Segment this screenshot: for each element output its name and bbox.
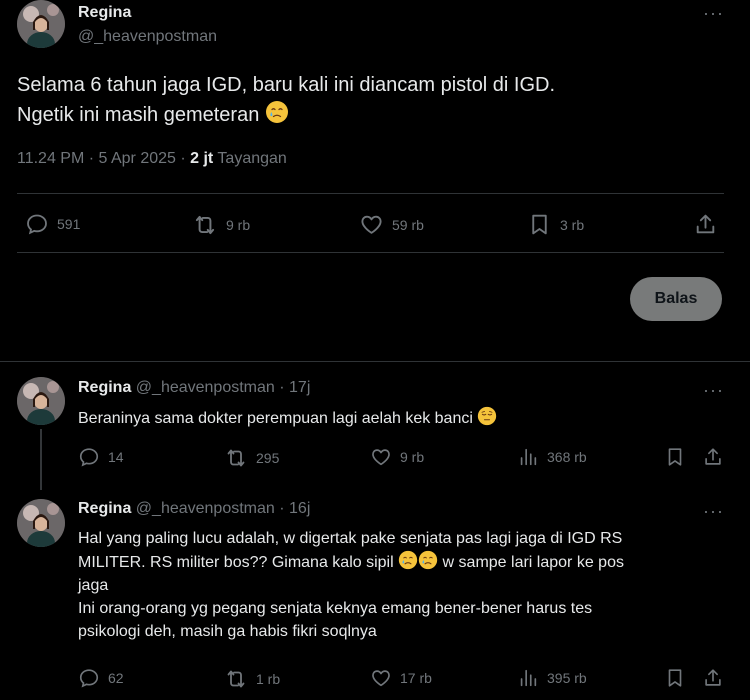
share-action[interactable] [702, 667, 724, 689]
retweet-icon [224, 667, 248, 691]
tweet-text-line2: Ngetik ini masih gemeteran [17, 104, 260, 126]
like-icon [370, 667, 392, 689]
author-handle[interactable]: @_heavenpostman [78, 28, 217, 46]
retweet-count: 9 rb [226, 217, 251, 233]
reply-time[interactable]: 17j [289, 379, 310, 396]
reply-icon [25, 212, 49, 236]
like-icon [359, 212, 384, 237]
views-count: 2 jt [190, 150, 214, 167]
divider [17, 252, 724, 253]
crying-emoji [398, 550, 418, 570]
views-icon [517, 446, 539, 468]
more-icon[interactable]: ··· [703, 502, 724, 520]
reply-count: 14 [108, 449, 124, 465]
like-count: 9 rb [400, 449, 425, 465]
views-count: 395 rb [547, 670, 587, 686]
like-action[interactable]: 17 rb [370, 667, 432, 689]
avatar[interactable] [17, 377, 65, 425]
bookmark-icon [527, 212, 552, 237]
views-count: 368 rb [547, 449, 587, 465]
bookmark-icon [664, 446, 686, 468]
bookmark-action[interactable]: 3 rb [527, 212, 584, 237]
reply-button[interactable]: Balas [630, 277, 722, 321]
reply-action[interactable]: 62 [78, 667, 124, 689]
retweet-icon [224, 446, 248, 470]
reply-header: Regina @_heavenpostman · 16j [78, 500, 311, 517]
author-handle[interactable]: @_heavenpostman [136, 500, 275, 517]
reply-count: 591 [57, 216, 81, 232]
views-label: Tayangan [213, 150, 287, 167]
reply-time[interactable]: 16j [289, 500, 310, 517]
reply-icon [78, 667, 100, 689]
reply-count: 62 [108, 670, 124, 686]
retweet-count: 1 rb [256, 671, 281, 687]
like-action[interactable]: 59 rb [359, 212, 424, 237]
share-action[interactable] [702, 446, 724, 468]
retweet-count: 295 [256, 450, 280, 466]
bookmark-action[interactable] [664, 446, 686, 468]
like-count: 17 rb [400, 670, 432, 686]
divider [17, 193, 724, 194]
reply-action[interactable]: 14 [78, 446, 124, 468]
reply-text: Hal yang paling lucu adalah, w digertak … [78, 530, 624, 640]
retweet-action[interactable]: 9 rb [192, 212, 250, 238]
views-icon [517, 667, 539, 689]
bookmark-action[interactable] [664, 667, 686, 689]
like-icon [370, 446, 392, 468]
author-name[interactable]: Regina [78, 4, 131, 22]
more-icon[interactable]: ··· [703, 381, 724, 399]
thread-line [40, 429, 42, 490]
divider [0, 361, 750, 362]
reply-icon [78, 446, 100, 468]
share-icon [693, 212, 718, 237]
author-name[interactable]: Regina [78, 500, 131, 517]
tweet-text: Selama 6 tahun jaga IGD, baru kali ini d… [17, 71, 717, 130]
bookmark-count: 3 rb [560, 216, 585, 233]
retweet-action[interactable]: 1 rb [224, 667, 280, 691]
timestamp[interactable]: 11.24 PM · 5 Apr 2025 · [17, 150, 190, 167]
like-action[interactable]: 9 rb [370, 446, 424, 468]
views-action[interactable]: 368 rb [517, 446, 587, 468]
retweet-action[interactable]: 295 [224, 446, 279, 470]
share-icon [702, 667, 724, 689]
reply-header: Regina @_heavenpostman · 17j [78, 379, 311, 396]
bookmark-icon [664, 667, 686, 689]
avatar[interactable] [17, 499, 65, 547]
like-count: 59 rb [392, 216, 424, 233]
reply-text: Beraninya sama dokter perempuan lagi ael… [78, 406, 497, 430]
crying-emoji [418, 550, 438, 570]
author-name[interactable]: Regina [78, 379, 131, 396]
share-action[interactable] [693, 212, 718, 237]
more-icon[interactable]: ··· [703, 4, 724, 22]
share-icon [702, 446, 724, 468]
views-action[interactable]: 395 rb [517, 667, 587, 689]
author-handle[interactable]: @_heavenpostman [136, 379, 275, 396]
reply-action[interactable]: 591 [25, 212, 80, 236]
avatar[interactable] [17, 0, 65, 48]
tweet-text-line1: Selama 6 tahun jaga IGD, baru kali ini d… [17, 74, 556, 96]
retweet-icon [192, 212, 218, 238]
pensive-emoji [477, 406, 497, 426]
crying-emoji [265, 100, 289, 124]
tweet-meta: 11.24 PM · 5 Apr 2025 · 2 jt Tayangan [17, 150, 287, 168]
